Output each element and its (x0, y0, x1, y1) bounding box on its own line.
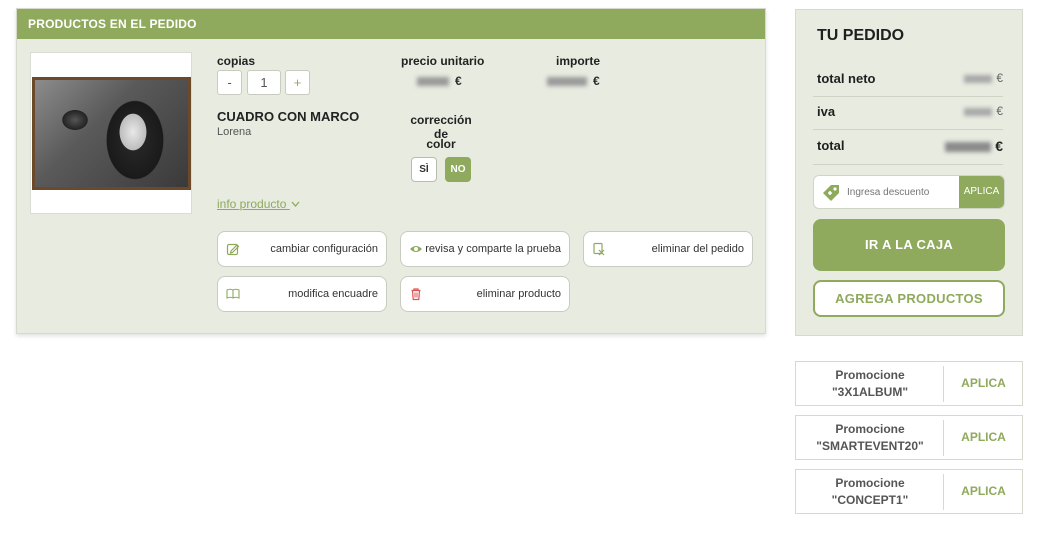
promo-apply-button[interactable]: APLICA (944, 416, 1023, 459)
promo-name: Promocione "CONCEPT1" (796, 475, 944, 509)
promo-card: Promocione "CONCEPT1" APLICA (795, 469, 1023, 514)
promo-line1: Promocione (835, 422, 905, 436)
chevron-down-icon (291, 201, 300, 208)
products-header: PRODUCTOS EN EL PEDIDO (17, 9, 765, 39)
change-config-button[interactable]: cambiar configuración (217, 231, 387, 267)
amount-label: importe (556, 54, 601, 68)
promo-code: "3X1ALBUM" (831, 385, 909, 399)
tag-icon (823, 185, 839, 201)
promo-card: Promocione "SMARTEVENT20" APLICA (795, 415, 1023, 460)
vat-blurred (964, 107, 993, 116)
discount-box: APLICA (813, 175, 1005, 209)
net-total-currency: € (996, 71, 1003, 85)
delete-product-button[interactable]: eliminar producto (400, 276, 570, 312)
checkout-button[interactable]: IR A LA CAJA (813, 219, 1005, 271)
summary-divider (813, 96, 1003, 97)
eye-icon (410, 246, 422, 252)
book-icon (226, 288, 240, 299)
delete-product-label: eliminar producto (476, 288, 561, 300)
unit-price-currency: € (455, 74, 462, 88)
net-total-row: total neto € (817, 71, 1003, 86)
total-blurred (945, 142, 992, 153)
total-value: € (945, 138, 1003, 154)
color-correction-yes[interactable]: SÌ (411, 157, 437, 182)
vat-value: € (964, 104, 1003, 118)
modify-binding-button[interactable]: modifica encuadre (217, 276, 387, 312)
modify-binding-label: modifica encuadre (288, 288, 378, 300)
products-panel: PRODUCTOS EN EL PEDIDO copias - 1 + CUAD… (16, 8, 766, 334)
total-row: total € (817, 138, 1003, 154)
amount-currency: € (593, 74, 600, 88)
net-total-label: total neto (817, 71, 876, 86)
promo-name: Promocione "3X1ALBUM" (796, 367, 944, 401)
color-correction-label-2: color (426, 137, 456, 151)
copies-minus-button[interactable]: - (217, 70, 242, 95)
unit-price-blurred (417, 77, 449, 87)
unit-price-label: precio unitario (401, 54, 485, 68)
review-share-button[interactable]: revisa y comparte la prueba (400, 231, 570, 267)
product-thumbnail[interactable] (30, 52, 192, 214)
copies-label: copias (217, 54, 256, 68)
promo-card: Promocione "3X1ALBUM" APLICA (795, 361, 1023, 406)
amount-blurred (547, 77, 587, 87)
promo-apply-button[interactable]: APLICA (944, 470, 1023, 513)
review-share-label: revisa y comparte la prueba (425, 243, 561, 255)
promo-line1: Promocione (835, 476, 905, 490)
change-config-label: cambiar configuración (270, 243, 378, 255)
framed-photo (32, 77, 191, 190)
total-currency: € (995, 138, 1003, 154)
remove-order-icon (593, 242, 605, 256)
trash-icon (411, 288, 421, 301)
summary-divider (813, 129, 1003, 130)
product-name: CUADRO CON MARCO (217, 109, 360, 124)
copies-input[interactable]: 1 (247, 70, 281, 95)
photo-image (35, 80, 188, 187)
info-product-link[interactable]: info producto (217, 197, 300, 211)
discount-apply-button[interactable]: APLICA (959, 176, 1004, 208)
vat-label: iva (817, 104, 836, 119)
edit-icon (226, 243, 240, 256)
product-owner: Lorena (217, 126, 252, 138)
net-total-blurred (964, 74, 993, 83)
discount-input[interactable] (847, 176, 960, 208)
amount-value: € (547, 74, 600, 88)
net-total-value: € (964, 71, 1003, 85)
remove-from-order-label: eliminar del pedido (651, 243, 744, 255)
copies-plus-button[interactable]: + (285, 70, 310, 95)
promo-code: "SMARTEVENT20" (816, 439, 924, 453)
order-summary-panel: TU PEDIDO total neto € iva € total € APL… (795, 9, 1023, 336)
summary-divider (813, 164, 1003, 165)
order-title: TU PEDIDO (817, 27, 905, 44)
promo-code: "CONCEPT1" (831, 493, 909, 507)
remove-from-order-button[interactable]: eliminar del pedido (583, 231, 753, 267)
info-product-label: info producto (217, 197, 287, 211)
vat-currency: € (996, 104, 1003, 118)
color-correction-no[interactable]: NO (445, 157, 471, 182)
add-products-button[interactable]: AGREGA PRODUCTOS (813, 280, 1005, 317)
promo-name: Promocione "SMARTEVENT20" (796, 421, 944, 455)
unit-price-value: € (417, 74, 462, 88)
total-label: total (817, 138, 845, 153)
vat-row: iva € (817, 104, 1003, 119)
promo-line1: Promocione (835, 368, 905, 382)
promo-apply-button[interactable]: APLICA (944, 362, 1023, 405)
